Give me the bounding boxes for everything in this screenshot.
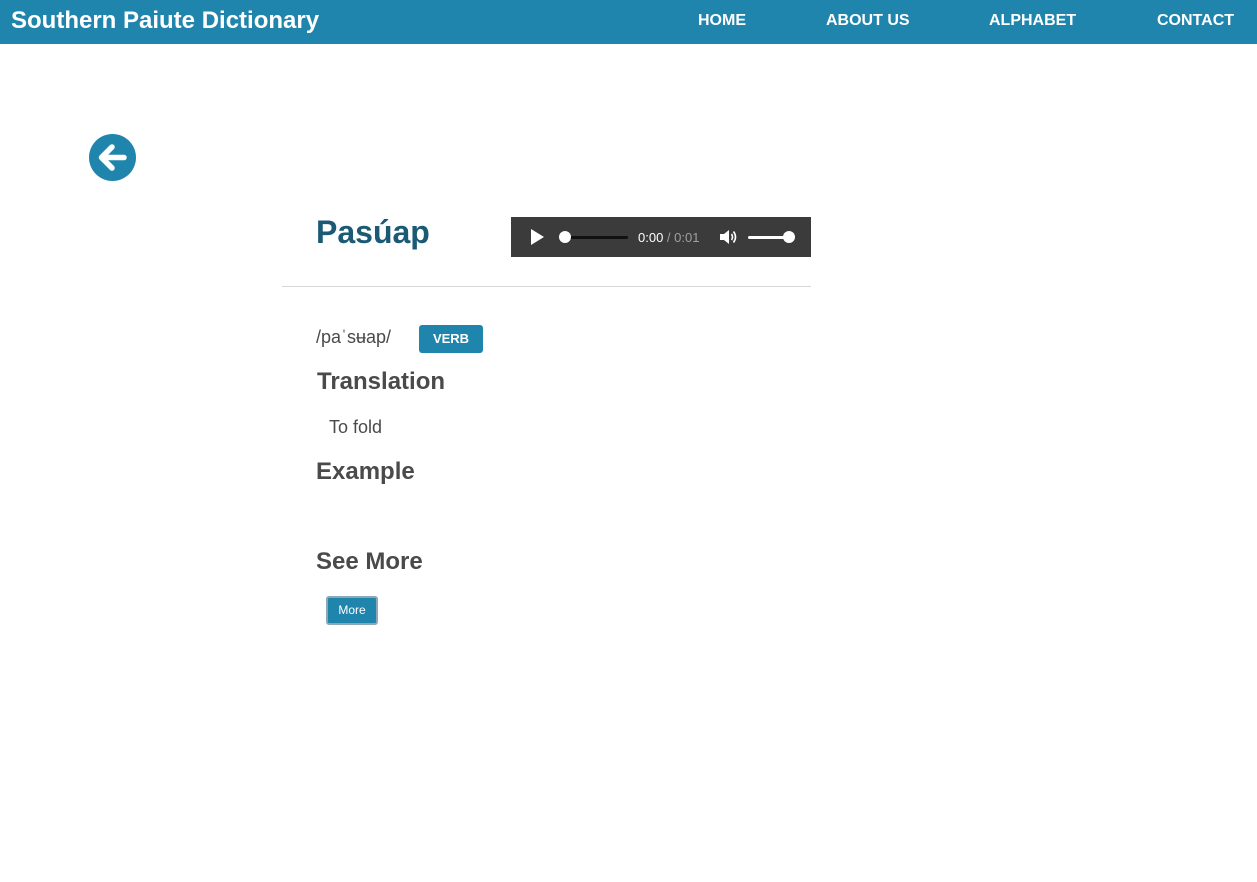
nav-contact[interactable]: CONTACT (1157, 12, 1234, 30)
site-title[interactable]: Southern Paiute Dictionary (11, 8, 319, 34)
translation-heading: Translation (317, 368, 446, 395)
volume-icon[interactable] (720, 229, 738, 245)
arrow-left-circle-icon (89, 134, 136, 181)
audio-separator: / (663, 230, 675, 245)
audio-progress-track[interactable] (565, 236, 628, 239)
audio-duration: 0:01 (674, 230, 700, 245)
more-button[interactable]: More (326, 596, 378, 625)
translation-text: To fold (329, 417, 383, 437)
phonetic-transcription: /paˈsʉap/ (316, 327, 392, 347)
part-of-speech-badge: VERB (419, 325, 483, 353)
nav-about-us[interactable]: ABOUT US (826, 12, 910, 30)
audio-time: 0:00 / 0:01 (638, 230, 699, 245)
play-icon[interactable] (529, 229, 545, 245)
nav-home[interactable]: HOME (698, 12, 746, 30)
word-title: Pasúap (316, 214, 430, 250)
audio-progress-handle[interactable] (559, 231, 571, 243)
divider (282, 286, 811, 287)
top-navbar: Southern Paiute Dictionary HOME ABOUT US… (0, 0, 1257, 44)
back-button[interactable] (89, 134, 136, 181)
audio-player: 0:00 / 0:01 (511, 217, 811, 257)
example-heading: Example (316, 458, 415, 485)
audio-current-time: 0:00 (638, 230, 664, 245)
see-more-heading: See More (316, 548, 423, 575)
volume-slider-handle[interactable] (783, 231, 795, 243)
nav-alphabet[interactable]: ALPHABET (989, 12, 1076, 30)
